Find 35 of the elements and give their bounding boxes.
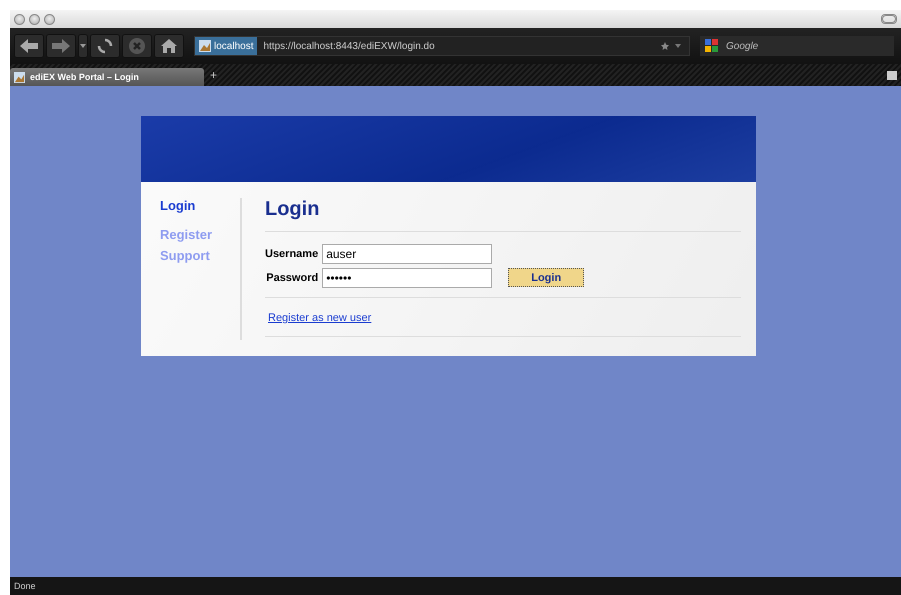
search-engine-icon[interactable] <box>704 38 720 54</box>
reload-icon <box>97 38 113 54</box>
search-field[interactable]: Google <box>700 36 894 56</box>
field-label: Username <box>265 248 318 260</box>
stop-icon <box>128 37 146 55</box>
close-button[interactable] <box>14 14 25 24</box>
reload-button[interactable] <box>90 34 120 58</box>
tab-favicon-icon <box>14 72 25 82</box>
input-field[interactable]: auser <box>322 244 492 264</box>
address-field[interactable]: localhost https://localhost:8443/ediEXW/login.do <box>194 36 690 56</box>
nav-link[interactable]: Login <box>160 198 196 213</box>
back-arrow-icon <box>19 38 39 54</box>
zoom-button[interactable] <box>44 14 55 24</box>
home-button[interactable] <box>154 34 184 58</box>
register-link[interactable]: Register as new user <box>268 312 372 324</box>
back-button[interactable] <box>14 34 44 58</box>
new-tab-button[interactable]: + <box>204 68 224 82</box>
home-icon <box>160 38 178 54</box>
site-badge[interactable]: localhost <box>195 37 258 55</box>
toolbar-toggle-icon[interactable] <box>881 14 897 24</box>
bookmark-star-icon[interactable] <box>661 42 669 50</box>
status-text: Done <box>14 581 36 591</box>
tab-list-icon[interactable] <box>887 70 897 80</box>
forward-button[interactable] <box>46 34 76 58</box>
caret-icon <box>80 44 86 48</box>
login-button[interactable]: Login <box>508 268 584 287</box>
forward-arrow-icon <box>51 38 71 54</box>
minimize-button[interactable] <box>29 14 40 24</box>
browser-tab[interactable]: ediEX Web Portal – Login <box>10 68 204 86</box>
dropdown-caret-icon[interactable] <box>675 44 681 48</box>
page-heading: Login <box>265 198 741 232</box>
history-dropdown[interactable] <box>78 34 88 58</box>
input-field[interactable]: •••••• <box>322 268 492 288</box>
field-label: Password <box>266 272 318 284</box>
site-favicon-icon <box>199 40 211 52</box>
